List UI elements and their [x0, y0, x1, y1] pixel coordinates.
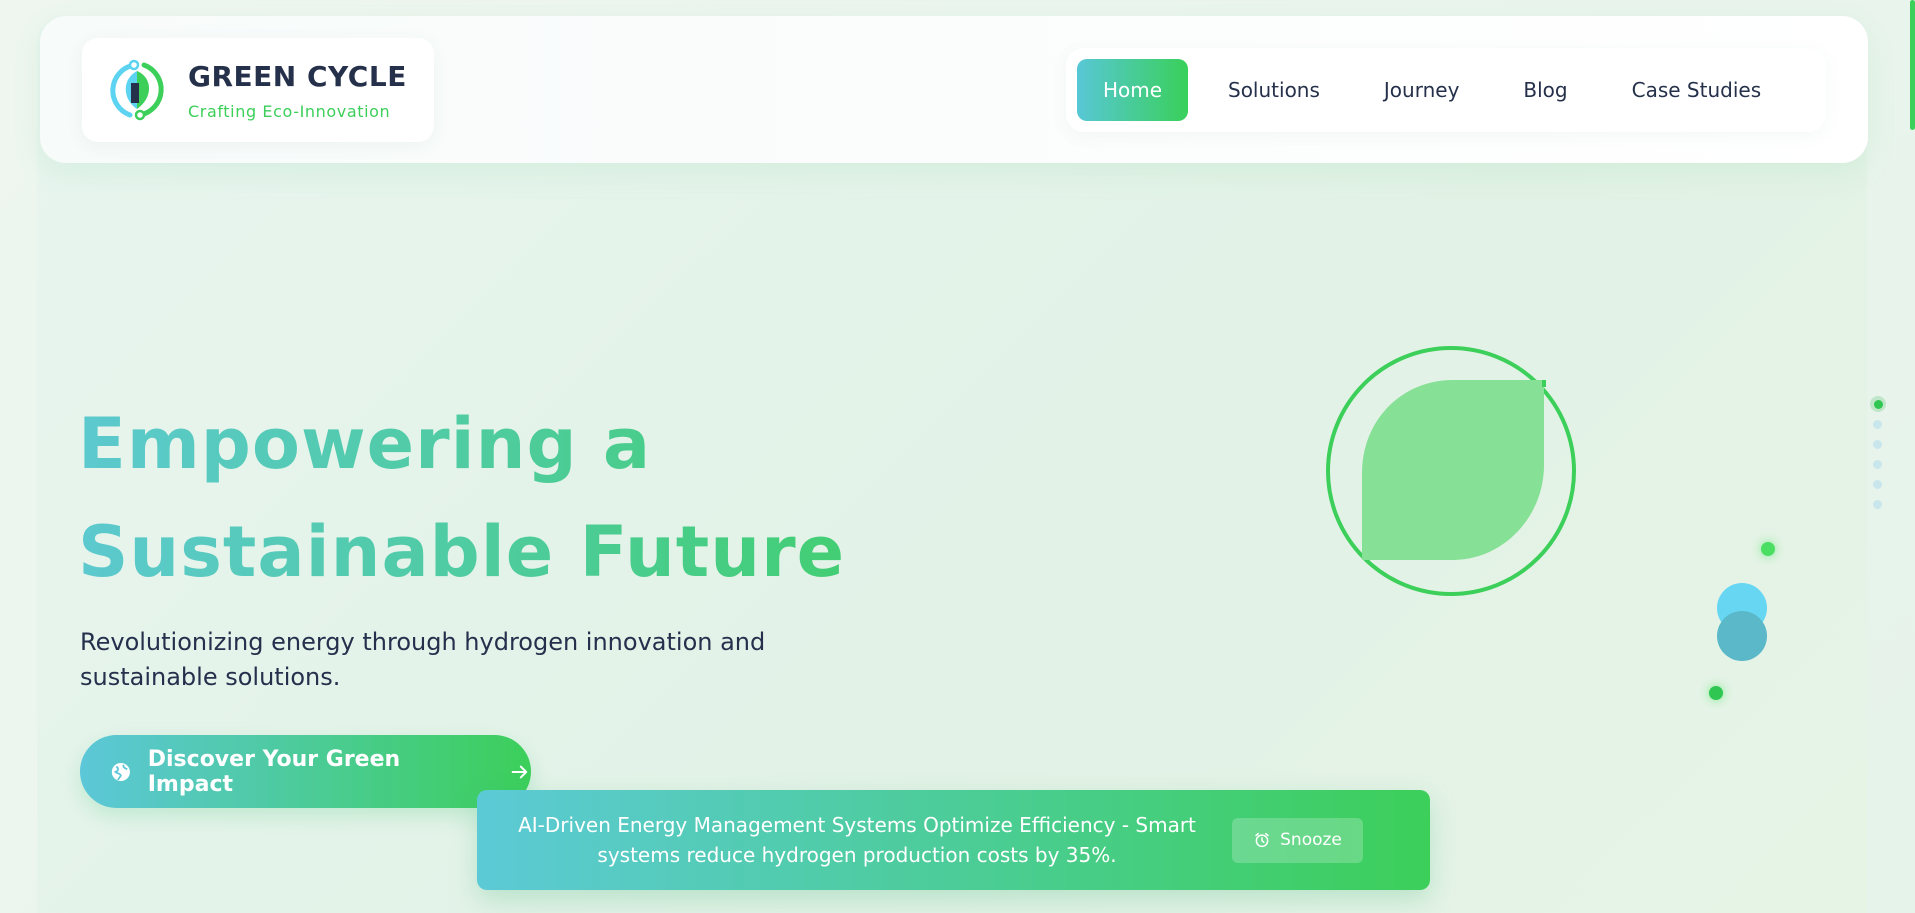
- nav-case-studies[interactable]: Case Studies: [1608, 59, 1786, 121]
- nav-solutions[interactable]: Solutions: [1204, 59, 1344, 121]
- nav-blog[interactable]: Blog: [1499, 59, 1591, 121]
- brand-logo-link[interactable]: GREEN CYCLE Crafting Eco-Innovation: [82, 38, 434, 142]
- alarm-clock-icon: [1255, 832, 1269, 848]
- cta-label: Discover Your Green Impact: [147, 746, 401, 797]
- snooze-button[interactable]: Snooze: [1232, 817, 1363, 863]
- decor-dot-blue-dark: [1717, 611, 1767, 661]
- toast-message: AI-Driven Energy Management Systems Opti…: [518, 813, 1196, 867]
- decor-dot-green-2: [1709, 686, 1723, 700]
- slide-dot[interactable]: [1873, 480, 1882, 489]
- hero-title-line-2: Sustainable Future: [78, 511, 846, 593]
- site-header: GREEN CYCLE Crafting Eco-Innovation Home…: [40, 16, 1868, 163]
- nav-journey[interactable]: Journey: [1360, 59, 1484, 121]
- slide-indicator: [1869, 396, 1886, 516]
- slide-dot[interactable]: [1873, 500, 1882, 509]
- slide-dot[interactable]: [1873, 440, 1882, 449]
- arrow-right-icon: [511, 765, 528, 778]
- green-cycle-logo-icon: [110, 59, 164, 121]
- hero-subtitle: Revolutionizing energy through hydrogen …: [80, 628, 766, 691]
- decor-dot-green-1: [1761, 542, 1775, 556]
- leaf-icon: [1326, 346, 1576, 596]
- brand-name: GREEN CYCLE: [188, 59, 407, 93]
- brand-tagline: Crafting Eco-Innovation: [188, 101, 391, 121]
- hero-title: Empowering a Sustainable Future: [78, 390, 978, 606]
- hero-title-line-1: Empowering a: [78, 403, 652, 485]
- slide-dot[interactable]: [1873, 460, 1882, 469]
- discover-green-impact-button[interactable]: Discover Your Green Impact: [80, 735, 531, 808]
- snooze-label: Snooze: [1280, 830, 1342, 850]
- main-navigation: Home Solutions Journey Blog Case Studies: [1066, 48, 1826, 132]
- slide-dot[interactable]: [1873, 420, 1882, 429]
- nav-home[interactable]: Home: [1077, 59, 1188, 121]
- slide-dot-active-core: [1874, 400, 1883, 409]
- page-scrollbar-thumb[interactable]: [1910, 0, 1915, 130]
- news-toast: AI-Driven Energy Management Systems Opti…: [477, 790, 1430, 890]
- globe-icon: [111, 762, 130, 781]
